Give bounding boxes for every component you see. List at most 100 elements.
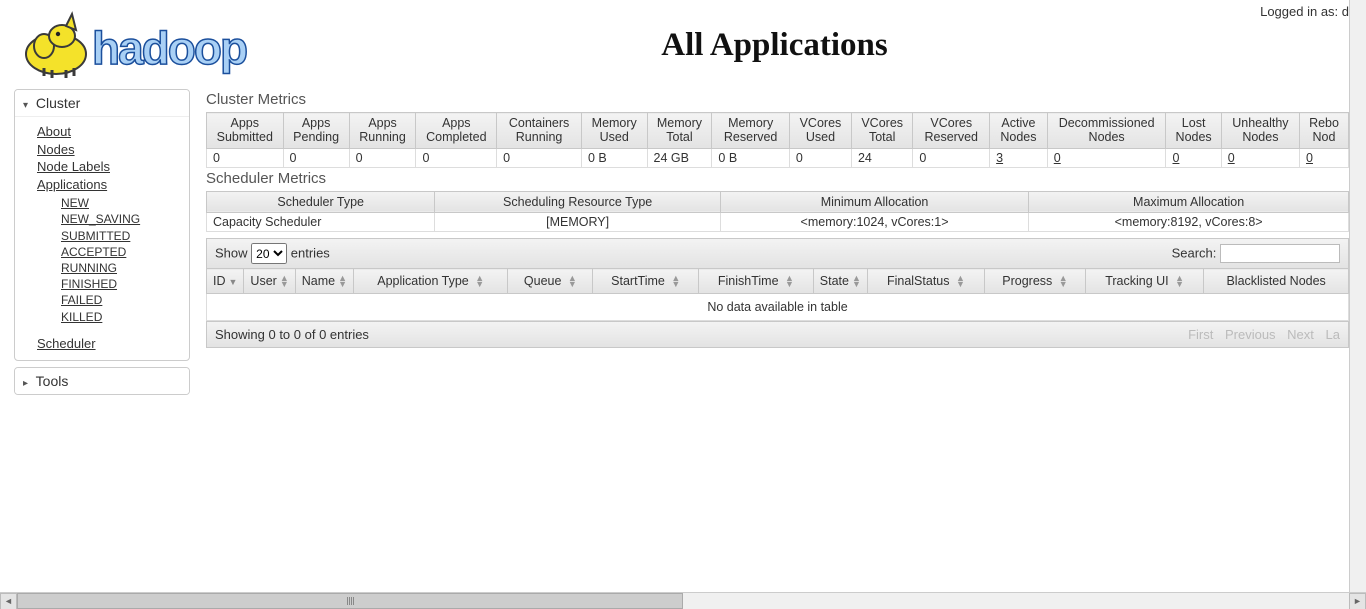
- scroll-left-arrow-icon[interactable]: ◄: [0, 593, 17, 609]
- cm-h-vcores-used[interactable]: VCores Used: [789, 113, 851, 149]
- cm-h-vcores-total[interactable]: VCores Total: [851, 113, 912, 149]
- cm-h-apps-submitted[interactable]: Apps Submitted: [207, 113, 284, 149]
- nav-head-cluster[interactable]: ▾ Cluster: [15, 90, 189, 117]
- pager-previous[interactable]: Previous: [1217, 327, 1276, 342]
- cm-v-active-nodes[interactable]: 3: [990, 148, 1048, 167]
- cm-v-rebooted-nodes[interactable]: 0: [1300, 148, 1349, 167]
- cm-v-decommissioned-nodes[interactable]: 0: [1047, 148, 1166, 167]
- scroll-right-arrow-icon[interactable]: ►: [1349, 593, 1366, 609]
- cm-h-apps-pending[interactable]: Apps Pending: [283, 113, 349, 149]
- cm-h-lost-nodes[interactable]: Lost Nodes: [1166, 113, 1221, 149]
- nav-app-running[interactable]: RUNNING: [61, 260, 185, 276]
- nav-head-tools[interactable]: ▸ Tools: [15, 368, 189, 394]
- datatable-empty: No data available in table: [207, 294, 1349, 321]
- cm-h-apps-completed[interactable]: Apps Completed: [416, 113, 497, 149]
- cm-h-active-nodes[interactable]: Active Nodes: [990, 113, 1048, 149]
- cm-h-label: Containers Running: [509, 116, 569, 144]
- cm-h-memory-used[interactable]: Memory Used: [581, 113, 647, 149]
- cm-v-vcores-total: 24: [851, 148, 912, 167]
- col-label: Name: [302, 274, 335, 288]
- cm-h-containers-running[interactable]: Containers Running: [497, 113, 582, 149]
- nav-node-labels[interactable]: Node Labels: [37, 158, 185, 176]
- nav-app-accepted[interactable]: ACCEPTED: [61, 244, 185, 260]
- horizontal-scrollbar[interactable]: ◄ ►: [0, 592, 1366, 609]
- page-title: All Applications: [314, 27, 1335, 64]
- col-finalstatus[interactable]: FinalStatus ▲▼: [867, 269, 984, 294]
- datatable-controls: Show 20 entries Search:: [206, 238, 1349, 268]
- sm-h-resource-type[interactable]: Scheduling Resource Type: [435, 191, 721, 212]
- cm-link: 0: [1172, 151, 1179, 165]
- datatable-pager: First Previous Next La: [1180, 327, 1340, 342]
- page-size-select[interactable]: 20: [251, 243, 287, 264]
- nav-app-killed[interactable]: KILLED: [61, 309, 185, 325]
- scroll-thumb[interactable]: [17, 593, 683, 609]
- col-id[interactable]: ID▼: [207, 269, 244, 294]
- col-tracking-ui[interactable]: Tracking UI ▲▼: [1085, 269, 1203, 294]
- sm-h-label: Scheduling Resource Type: [503, 195, 652, 209]
- cm-h-label: VCores Used: [800, 116, 842, 144]
- cm-h-apps-running[interactable]: Apps Running: [349, 113, 416, 149]
- nav-applications[interactable]: Applications: [37, 176, 185, 194]
- col-label: Tracking UI: [1105, 274, 1168, 288]
- col-label: ID: [213, 274, 226, 288]
- col-progress[interactable]: Progress ▲▼: [984, 269, 1085, 294]
- scroll-track[interactable]: [17, 593, 1349, 609]
- cm-v-vcores-used: 0: [789, 148, 851, 167]
- cm-h-label: VCores Reserved: [925, 116, 979, 144]
- nav-app-failed[interactable]: FAILED: [61, 292, 185, 308]
- cm-v-unhealthy-nodes[interactable]: 0: [1221, 148, 1299, 167]
- nav-about[interactable]: About: [37, 123, 185, 141]
- nav-app-finished[interactable]: FINISHED: [61, 276, 185, 292]
- nav-nodes[interactable]: Nodes: [37, 141, 185, 159]
- col-blacklisted-nodes[interactable]: Blacklisted Nodes: [1204, 269, 1349, 294]
- nav-section-cluster: ▾ Cluster About Nodes Node Labels Applic…: [14, 89, 190, 361]
- cm-h-memory-reserved[interactable]: Memory Reserved: [712, 113, 790, 149]
- col-application-type[interactable]: Application Type ▲▼: [354, 269, 508, 294]
- sm-h-scheduler-type[interactable]: Scheduler Type: [207, 191, 435, 212]
- cm-h-vcores-reserved[interactable]: VCores Reserved: [913, 113, 990, 149]
- search-input[interactable]: [1220, 244, 1340, 263]
- sort-icon: ▲▼: [956, 276, 965, 287]
- pager-next[interactable]: Next: [1279, 327, 1314, 342]
- sm-h-max-allocation[interactable]: Maximum Allocation: [1029, 191, 1349, 212]
- search-label: Search:: [1172, 246, 1217, 261]
- show-prefix: Show: [215, 246, 248, 261]
- cm-h-unhealthy-nodes[interactable]: Unhealthy Nodes: [1221, 113, 1299, 149]
- cm-h-label: Rebo Nod: [1309, 116, 1339, 144]
- col-state[interactable]: State▲▼: [813, 269, 867, 294]
- col-queue[interactable]: Queue ▲▼: [508, 269, 593, 294]
- cm-h-label: Apps Running: [359, 116, 406, 144]
- sm-h-min-allocation[interactable]: Minimum Allocation: [720, 191, 1028, 212]
- sort-icon: ▲▼: [671, 276, 680, 287]
- nav-app-new-saving[interactable]: NEW_SAVING: [61, 211, 185, 227]
- sort-icon: ▲▼: [568, 276, 577, 287]
- header: hadoop All Applications: [0, 0, 1349, 89]
- col-user[interactable]: User▲▼: [244, 269, 295, 294]
- cm-h-decommissioned-nodes[interactable]: Decommissioned Nodes: [1047, 113, 1166, 149]
- scheduler-metrics-table: Scheduler Type Scheduling Resource Type …: [206, 191, 1349, 232]
- nav-scheduler[interactable]: Scheduler: [37, 335, 185, 353]
- vertical-scrollbar[interactable]: [1349, 0, 1366, 592]
- pager-last[interactable]: La: [1318, 327, 1340, 342]
- show-suffix: entries: [291, 246, 330, 261]
- col-name[interactable]: Name▲▼: [295, 269, 353, 294]
- cluster-metrics-table: Apps Submitted Apps Pending Apps Running…: [206, 112, 1349, 168]
- col-finishtime[interactable]: FinishTime ▲▼: [699, 269, 814, 294]
- sm-h-label: Minimum Allocation: [821, 195, 929, 209]
- cm-h-rebooted-nodes[interactable]: Rebo Nod: [1300, 113, 1349, 149]
- caret-down-icon: ▾: [23, 100, 28, 111]
- col-starttime[interactable]: StartTime ▲▼: [593, 269, 699, 294]
- pager-first[interactable]: First: [1180, 327, 1213, 342]
- cm-h-label: Active Nodes: [1000, 116, 1036, 144]
- col-label: FinalStatus: [887, 274, 950, 288]
- cm-h-label: Memory Used: [592, 116, 637, 144]
- hadoop-logo: hadoop: [14, 8, 314, 83]
- nav-app-new[interactable]: NEW: [61, 195, 185, 211]
- cm-link: 0: [1306, 151, 1313, 165]
- cm-h-memory-total[interactable]: Memory Total: [647, 113, 712, 149]
- cm-h-label: Memory Reserved: [724, 116, 778, 144]
- col-label: Progress: [1002, 274, 1052, 288]
- cm-v-lost-nodes[interactable]: 0: [1166, 148, 1221, 167]
- sm-v-resource-type: [MEMORY]: [435, 213, 721, 232]
- nav-app-submitted[interactable]: SUBMITTED: [61, 228, 185, 244]
